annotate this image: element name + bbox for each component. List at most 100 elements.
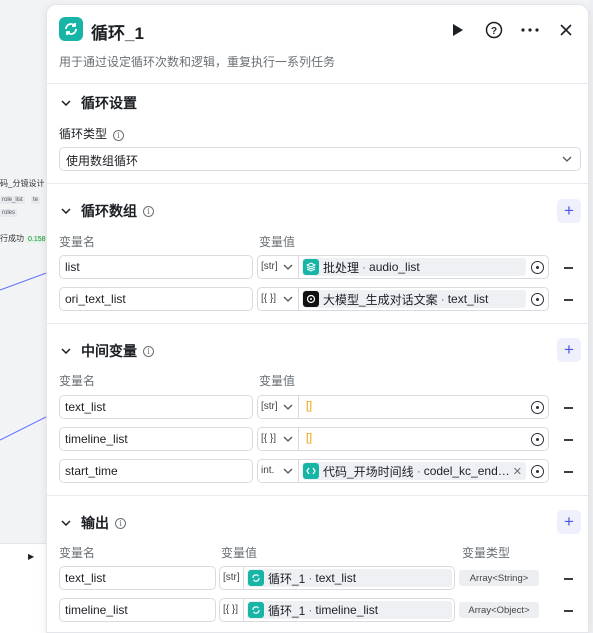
chevron-down-icon[interactable] — [283, 464, 293, 479]
variable-value-field[interactable]: int. 代码_开场时间线 · codel_kc_end… ✕ — [257, 459, 549, 483]
type-tag[interactable]: [{ }] — [261, 431, 276, 447]
type-tag[interactable]: [{ }] — [261, 291, 276, 307]
add-loop-array-button[interactable]: + — [557, 199, 581, 223]
canvas-node-title[interactable]: 码_分镜设计 — [0, 178, 44, 189]
type-tag[interactable]: [str] — [261, 259, 278, 275]
col-value-header: 变量值 — [259, 374, 296, 388]
variable-value-field[interactable]: [{ }] 大模型_生成对话文案 · text_list — [257, 287, 549, 311]
section-intermediate-variables[interactable]: 中间变量 i — [59, 341, 154, 361]
target-icon[interactable] — [531, 465, 544, 478]
panel-header: 循环_1 ? 用于通过设定循环次数和逻辑，重复执行一系列任务 — [47, 5, 588, 83]
target-icon[interactable] — [531, 261, 544, 274]
remove-row-button[interactable] — [561, 572, 575, 586]
default-value[interactable]: [] — [306, 400, 312, 412]
col-value-header: 变量值 — [221, 546, 258, 560]
section-loop-array[interactable]: 循环数组 i — [59, 201, 154, 221]
output-value-field[interactable]: [str] 循环_1 · text_list — [219, 566, 455, 590]
variable-value-field[interactable]: [str] 批处理 · audio_list — [257, 255, 549, 279]
info-icon[interactable]: i — [113, 130, 125, 141]
reference-var: codel_kc_end… — [423, 464, 510, 478]
canvas-chip: roles — [0, 209, 18, 217]
llm-icon — [303, 291, 319, 307]
col-name-header: 变量名 — [59, 374, 96, 388]
remove-row-button[interactable] — [561, 465, 575, 479]
reference-node: 批处理 — [323, 260, 360, 275]
chevron-down-icon[interactable] — [59, 204, 73, 218]
chevron-down-icon[interactable] — [59, 516, 73, 530]
section-title: 输出 — [81, 515, 109, 531]
add-output-button[interactable]: + — [557, 510, 581, 534]
loop-icon — [248, 602, 264, 618]
col-name-header: 变量名 — [59, 235, 96, 249]
remove-row-button[interactable] — [561, 604, 575, 618]
chevron-down-icon[interactable] — [283, 432, 293, 447]
target-icon[interactable] — [531, 401, 544, 414]
variable-value-field[interactable]: [{ }] [] — [257, 427, 549, 451]
section-title: 循环设置 — [81, 95, 137, 111]
type-tag[interactable]: [str] — [261, 399, 278, 415]
add-intermediate-variable-button[interactable]: + — [557, 338, 581, 362]
col-type-header: 变量类型 — [462, 546, 511, 560]
chevron-down-icon[interactable] — [283, 260, 293, 275]
remove-row-button[interactable] — [561, 401, 575, 415]
reference-var: audio_list — [369, 260, 420, 274]
section-loop-settings[interactable]: 循环设置 — [59, 93, 137, 113]
remove-row-button[interactable] — [561, 293, 575, 307]
loop-type-value: 使用数组循环 — [66, 154, 139, 168]
node-settings-panel: 循环_1 ? 用于通过设定循环次数和逻辑，重复执行一系列任务 循环设置 循环类型… — [46, 4, 589, 633]
reference-chip[interactable]: 循环_1 · timeline_list — [247, 601, 452, 619]
type-tag[interactable]: int. — [261, 463, 274, 479]
target-icon[interactable] — [531, 433, 544, 446]
panel-title[interactable]: 循环_1 — [91, 19, 144, 44]
reference-var: text_list — [447, 292, 489, 306]
info-icon[interactable]: i — [143, 345, 154, 357]
remove-row-button[interactable] — [561, 261, 575, 275]
variable-value-field[interactable]: [str] [] — [257, 395, 549, 419]
reference-chip[interactable]: 代码_开场时间线 · codel_kc_end… ✕ — [302, 462, 526, 480]
info-icon[interactable]: i — [143, 205, 154, 217]
clear-icon[interactable]: ✕ — [513, 465, 522, 478]
run-button[interactable] — [447, 19, 469, 41]
variable-name-input[interactable]: start_time — [59, 459, 253, 483]
divider — [47, 323, 588, 324]
divider — [47, 83, 588, 84]
output-value-field[interactable]: [{ }] 循环_1 · timeline_list — [219, 598, 455, 622]
output-name-input[interactable]: timeline_list — [59, 598, 216, 622]
variable-name-input[interactable]: text_list — [59, 395, 253, 419]
canvas-run-status: 行成功 0.158 — [0, 234, 48, 243]
chevron-down-icon[interactable] — [283, 292, 293, 307]
loop-type-select[interactable]: 使用数组循环 — [59, 147, 581, 171]
col-value-header: 变量值 — [259, 235, 296, 249]
remove-row-button[interactable] — [561, 433, 575, 447]
variable-name-input[interactable]: ori_text_list — [59, 287, 253, 311]
info-icon[interactable]: i — [115, 517, 126, 529]
section-output[interactable]: 输出 i — [59, 513, 126, 533]
more-icon[interactable] — [519, 19, 541, 41]
loop-icon — [59, 17, 83, 41]
reference-chip[interactable]: 大模型_生成对话文案 · text_list — [302, 290, 526, 308]
reference-var: text_list — [315, 571, 357, 585]
chevron-down-icon[interactable] — [59, 344, 73, 358]
reference-node: 循环_1 — [268, 571, 306, 586]
chevron-down-icon[interactable] — [59, 96, 73, 110]
variable-name-input[interactable]: timeline_list — [59, 427, 253, 451]
variable-name-input[interactable]: list — [59, 255, 253, 279]
section-title: 中间变量 — [81, 343, 137, 359]
reference-node: 循环_1 — [268, 603, 306, 618]
loop-icon — [248, 570, 264, 586]
reference-chip[interactable]: 循环_1 · text_list — [247, 569, 452, 587]
target-icon[interactable] — [531, 293, 544, 306]
help-icon[interactable]: ? — [483, 19, 505, 41]
canvas-chip: role_list — [0, 196, 25, 204]
close-icon[interactable] — [555, 19, 577, 41]
chevron-down-icon[interactable] — [283, 400, 293, 415]
reference-node: 大模型_生成对话文案 — [323, 292, 438, 307]
chevron-down-icon — [562, 153, 572, 167]
default-value[interactable]: [] — [306, 432, 312, 444]
play-icon[interactable]: ▶ — [28, 552, 34, 561]
output-name-input[interactable]: text_list — [59, 566, 216, 590]
code-icon — [303, 463, 319, 479]
reference-chip[interactable]: 批处理 · audio_list — [302, 258, 526, 276]
layers-icon — [303, 259, 319, 275]
type-tag: [str] — [223, 572, 240, 583]
